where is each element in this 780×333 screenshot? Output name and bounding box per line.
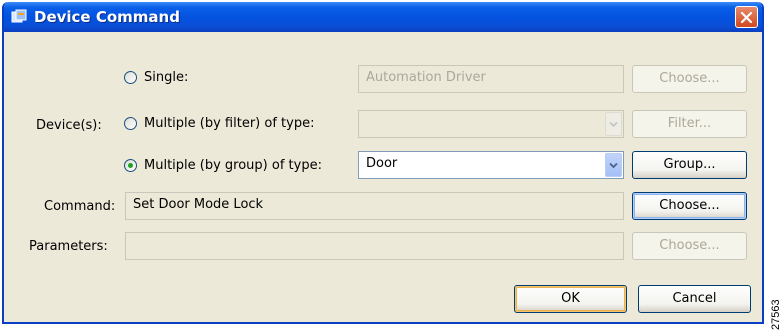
parameters-choose-button[interactable]: Choose... [632, 232, 747, 260]
group-type-select[interactable]: Door [358, 151, 624, 179]
device-command-dialog: Device Command Device(s): Single: Automa… [2, 2, 764, 324]
parameters-label: Parameters: [29, 239, 108, 254]
single-device-field: Automation Driver [358, 65, 624, 93]
app-icon [11, 9, 27, 23]
close-icon [740, 11, 753, 23]
command-choose-button[interactable]: Choose... [632, 192, 747, 220]
figure-id: 275634 [770, 300, 780, 330]
cancel-button[interactable]: Cancel [638, 285, 751, 313]
command-field: Set Door Mode Lock [125, 192, 624, 220]
single-label[interactable]: Single: [144, 70, 188, 85]
single-choose-button[interactable]: Choose... [632, 65, 747, 93]
close-button[interactable] [735, 6, 758, 28]
ok-button[interactable]: OK [514, 285, 627, 313]
filter-type-select [358, 110, 624, 138]
group-label[interactable]: Multiple (by group) of type: [144, 158, 322, 173]
group-dropdown-button[interactable] [605, 153, 622, 177]
filter-dropdown-button [605, 112, 622, 136]
parameters-field [125, 232, 624, 260]
chevron-down-icon [609, 162, 618, 168]
group-button[interactable]: Group... [632, 151, 747, 179]
figure-id-text: 275634 [770, 300, 780, 330]
title-bar[interactable]: Device Command [4, 2, 762, 32]
filter-radio[interactable] [124, 117, 137, 130]
group-type-value: Door [366, 156, 398, 171]
filter-button[interactable]: Filter... [632, 110, 747, 138]
chevron-down-icon [609, 121, 618, 127]
command-label: Command: [44, 199, 116, 214]
filter-label[interactable]: Multiple (by filter) of type: [144, 116, 314, 131]
devices-label: Device(s): [36, 118, 102, 133]
window-title: Device Command [34, 8, 180, 26]
group-radio[interactable] [124, 159, 137, 172]
single-radio[interactable] [124, 71, 137, 84]
